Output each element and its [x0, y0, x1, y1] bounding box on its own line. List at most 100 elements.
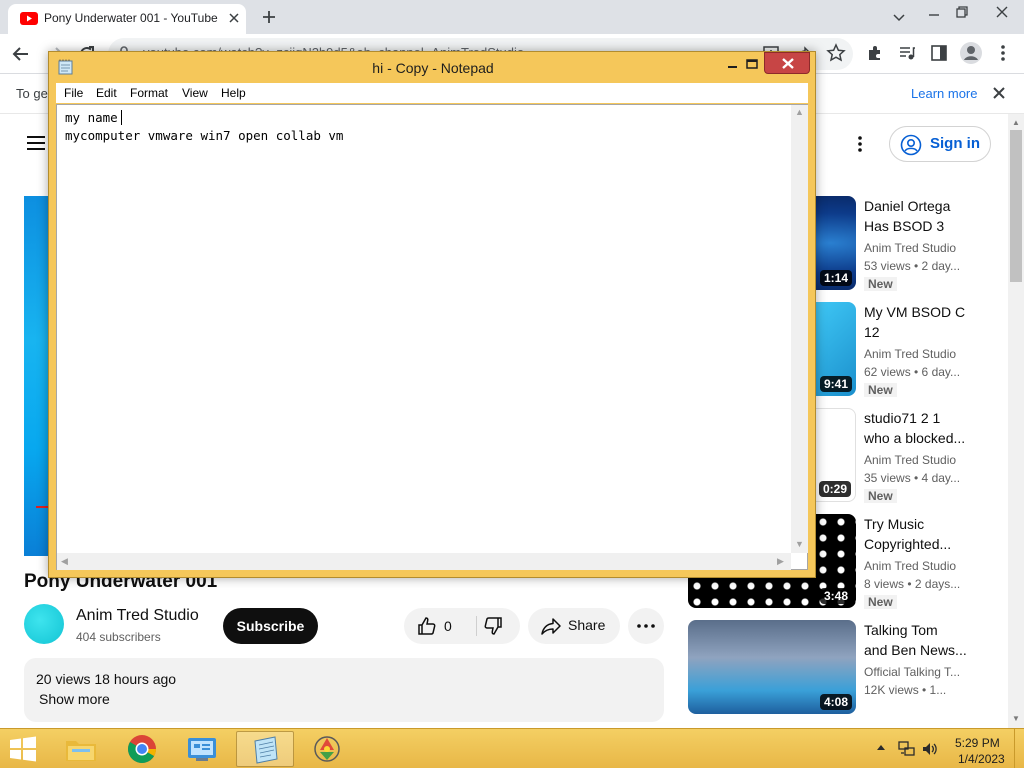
scroll-right-icon[interactable]: ▶: [777, 556, 784, 567]
view-count-and-date: 20 views 18 hours ago: [36, 671, 177, 687]
tab-title: Pony Underwater 001 - YouTube: [44, 11, 218, 25]
thumbs-up-icon[interactable]: [416, 615, 438, 637]
scrollbar-thumb[interactable]: [1010, 130, 1022, 282]
maximize-icon[interactable]: [739, 55, 765, 75]
clock-date[interactable]: 1/4/2023: [958, 752, 1005, 766]
recommended-meta: 8 views • 2 days...: [864, 577, 961, 591]
text-line-1: my name: [65, 110, 118, 125]
sign-in-label: Sign in: [930, 135, 980, 152]
network-icon[interactable]: [898, 741, 916, 757]
horizontal-scrollbar[interactable]: ◀ ▶: [57, 553, 791, 570]
scroll-up-arrow-icon[interactable]: ▲: [1012, 118, 1020, 127]
notepad-title: hi - Copy - Notepad: [372, 60, 494, 76]
control-panel-taskbar-button[interactable]: [174, 731, 232, 767]
video-duration: 1:14: [819, 270, 852, 286]
recommended-title: Try Music Copyrighted...: [864, 516, 952, 552]
like-dislike-group: 0: [404, 608, 520, 644]
notepad-window[interactable]: hi - Copy - Notepad File Edit Format Vie…: [48, 51, 816, 578]
chrome-menu-icon[interactable]: [995, 43, 1011, 63]
description-box[interactable]: 20 views 18 hours ago Show more: [24, 658, 664, 722]
more-options-icon[interactable]: [852, 134, 868, 154]
media-control-icon[interactable]: [897, 43, 917, 63]
show-more-link[interactable]: Show more: [39, 691, 110, 707]
menu-file[interactable]: File: [64, 86, 83, 100]
recommended-channel: Anim Tred Studio: [864, 347, 957, 361]
bookmark-star-icon[interactable]: [826, 43, 846, 63]
profile-avatar-icon[interactable]: [959, 41, 983, 65]
new-badge: New: [864, 489, 897, 503]
recommended-title: Daniel Ortega Has BSOD 3: [864, 198, 951, 234]
chrome-taskbar-button[interactable]: [114, 731, 172, 767]
menu-help[interactable]: Help: [221, 86, 246, 100]
notepad-close-button[interactable]: [764, 52, 810, 74]
subscribe-button[interactable]: Subscribe: [223, 608, 318, 644]
close-icon[interactable]: [992, 86, 1006, 100]
control-panel-icon: [186, 735, 218, 763]
browser-tab-strip: Pony Underwater 001 - YouTube: [0, 0, 1024, 34]
recommended-meta: 12K views • 1...: [864, 683, 947, 697]
video-thumbnail[interactable]: 4:08: [688, 620, 856, 714]
close-x-icon: [781, 57, 795, 70]
window-close-icon[interactable]: [993, 3, 1011, 21]
like-divider: [476, 616, 477, 636]
share-label: Share: [568, 617, 606, 633]
hamburger-menu-icon[interactable]: [26, 134, 46, 152]
learn-more-link[interactable]: Learn more: [911, 86, 977, 101]
text-line-2: mycomputer vmware win7 open collab vm: [65, 128, 344, 143]
clock-time[interactable]: 5:29 PM: [955, 736, 1000, 750]
recommended-meta: 53 views • 2 day...: [864, 259, 961, 273]
channel-name[interactable]: Anim Tred Studio: [76, 607, 199, 625]
side-panel-icon[interactable]: [929, 43, 949, 63]
app-taskbar-button[interactable]: [298, 731, 356, 767]
vertical-scrollbar[interactable]: ▲ ▼: [791, 105, 808, 553]
new-tab-icon[interactable]: [260, 8, 278, 26]
recommended-meta: 35 views • 4 day...: [864, 471, 961, 485]
scroll-down-arrow-icon[interactable]: ▼: [1012, 714, 1020, 723]
notepad-text-area[interactable]: my name mycomputer vmware win7 open coll…: [56, 104, 808, 570]
chrome-icon: [127, 734, 157, 764]
channel-avatar[interactable]: [24, 604, 64, 644]
recommended-title: My VM BSOD C 12: [864, 304, 966, 340]
notepad-taskbar-button[interactable]: [236, 731, 294, 767]
folder-icon: [64, 735, 98, 763]
scroll-up-icon[interactable]: ▲: [795, 107, 804, 117]
info-banner-text: To ge: [16, 86, 48, 101]
menu-view[interactable]: View: [182, 86, 208, 100]
recommended-video[interactable]: 4:08 Talking Tom and Ben News... Official…: [688, 620, 998, 720]
text-caret: [121, 110, 122, 125]
sign-in-button[interactable]: Sign in: [889, 126, 991, 162]
recommended-channel: Official Talking T...: [864, 665, 961, 679]
browser-tab[interactable]: Pony Underwater 001 - YouTube: [8, 4, 246, 34]
scroll-left-icon[interactable]: ◀: [61, 556, 68, 567]
more-actions-button[interactable]: [628, 608, 664, 644]
tab-search-chevron-icon[interactable]: [892, 10, 906, 24]
video-duration: 4:08: [819, 694, 852, 710]
explorer-taskbar-button[interactable]: [52, 731, 110, 767]
recommended-channel: Anim Tred Studio: [864, 453, 957, 467]
extensions-puzzle-icon[interactable]: [865, 43, 885, 63]
back-arrow-icon[interactable]: [10, 43, 32, 65]
share-arrow-icon: [540, 616, 562, 636]
window-restore-icon[interactable]: [954, 4, 970, 20]
tab-close-icon[interactable]: [226, 10, 242, 26]
menu-format[interactable]: Format: [130, 86, 168, 100]
recommended-channel: Anim Tred Studio: [864, 241, 957, 255]
window-minimize-icon[interactable]: [926, 6, 942, 22]
thumbs-down-icon[interactable]: [482, 615, 504, 637]
like-count: 0: [444, 618, 452, 634]
scroll-down-icon[interactable]: ▼: [795, 539, 804, 549]
horizontal-dots-icon: [635, 615, 657, 637]
recommended-title: Talking Tom and Ben News...: [864, 622, 967, 658]
show-desktop-button[interactable]: [1014, 729, 1024, 768]
recommended-channel: Anim Tred Studio: [864, 559, 957, 573]
show-hidden-icons-icon[interactable]: [876, 743, 886, 751]
share-button[interactable]: Share: [528, 608, 620, 644]
youtube-favicon-icon: [20, 12, 38, 25]
menu-edit[interactable]: Edit: [96, 86, 117, 100]
video-progress-mark: [36, 506, 48, 508]
video-duration: 3:48: [819, 588, 852, 604]
volume-icon[interactable]: [921, 741, 939, 757]
windows-start-icon[interactable]: [8, 736, 38, 762]
subscriber-count: 404 subscribers: [76, 630, 161, 644]
new-badge: New: [864, 383, 897, 397]
